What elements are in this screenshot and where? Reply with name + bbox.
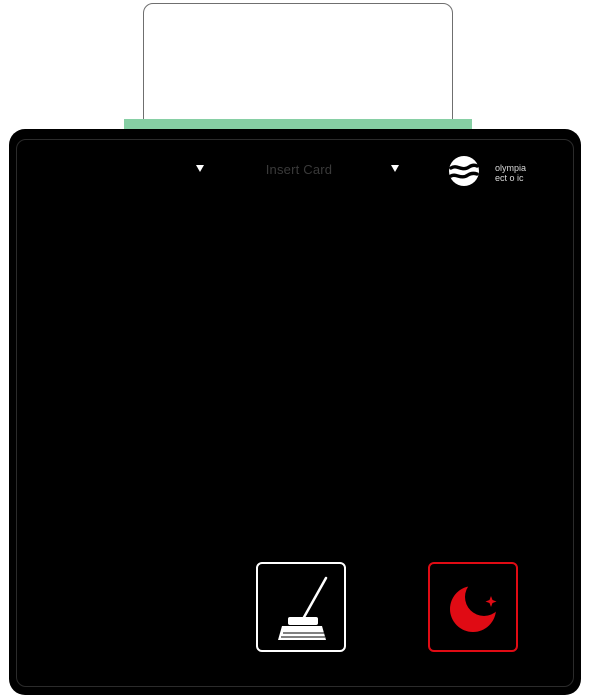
broom-icon <box>278 576 328 640</box>
control-panel: Insert Card olympia ect o ic <box>9 129 581 695</box>
brand-line-1: olympia <box>495 163 527 173</box>
insert-card-label: Insert Card <box>265 162 333 177</box>
arrow-down-right-icon <box>391 165 399 172</box>
crescent-moon-icon <box>450 586 497 632</box>
arrow-down-left-icon <box>196 165 204 172</box>
do-not-disturb-button[interactable] <box>428 562 518 652</box>
keycard-panel-screen: Insert Card olympia ect o ic <box>0 0 589 699</box>
olympia-logo-icon <box>449 156 479 186</box>
brand-line-2: ect o ic <box>495 173 524 183</box>
brand-logo-text: olympia ect o ic <box>495 163 526 183</box>
clean-room-button[interactable] <box>256 562 346 652</box>
